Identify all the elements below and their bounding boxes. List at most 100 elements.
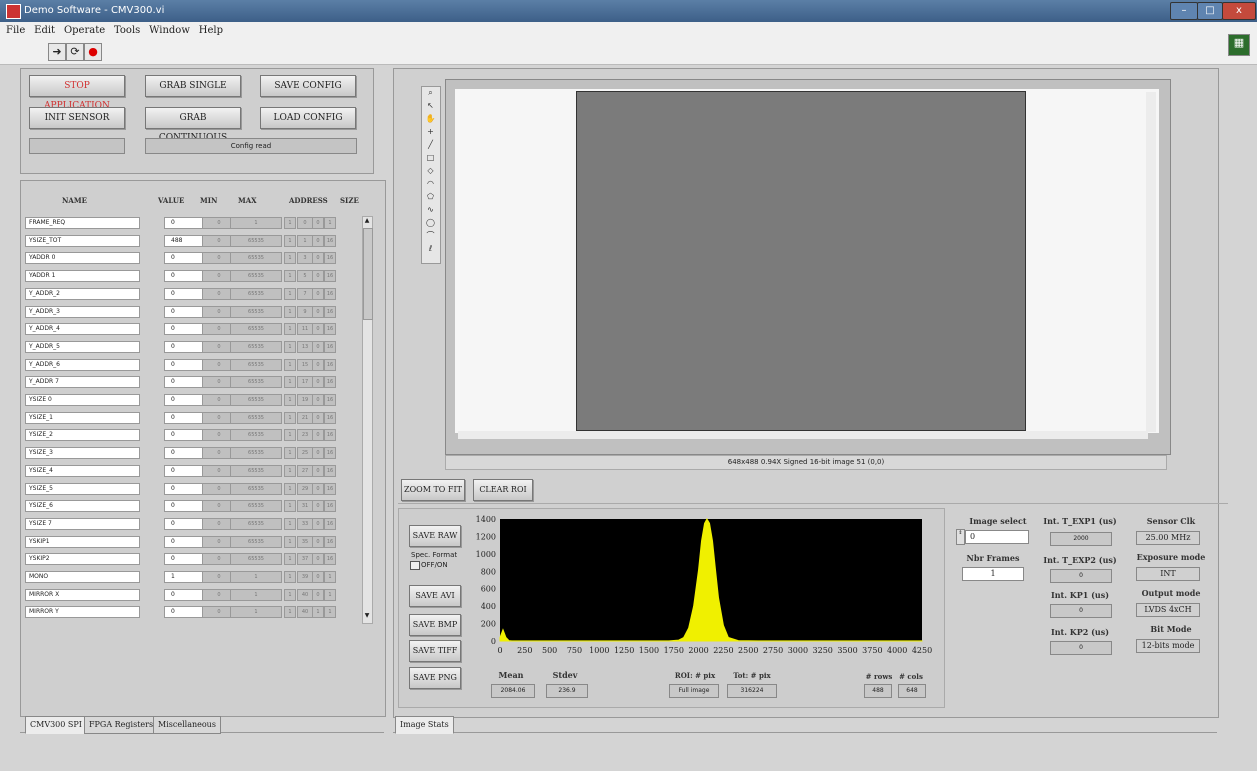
polyline-icon[interactable]: ⌒ bbox=[425, 231, 436, 241]
register-name: YSIZE_6 bbox=[25, 500, 140, 513]
register-name: YSIZE 0 bbox=[25, 394, 140, 406]
register-address-cell: 17 bbox=[297, 376, 313, 389]
sensor-clk-value[interactable]: 25.00 MHz bbox=[1136, 531, 1200, 545]
int-texp2-value[interactable]: 0 bbox=[1050, 569, 1112, 583]
save-tiff-button[interactable]: SAVE TIFF bbox=[409, 640, 461, 662]
menu-help[interactable]: Help bbox=[199, 25, 223, 36]
register-name: YSIZE_3 bbox=[25, 447, 140, 460]
stop-application-button[interactable]: STOP APPLICATION bbox=[29, 75, 125, 111]
scroll-up-icon[interactable]: ▲ bbox=[363, 217, 371, 225]
register-address-cell: 1 bbox=[284, 411, 296, 424]
tab-miscellaneous[interactable]: Miscellaneous bbox=[153, 716, 221, 734]
register-address-cell: 16 bbox=[324, 270, 336, 283]
rows-label: # rows bbox=[865, 672, 893, 681]
sensor-image[interactable] bbox=[576, 91, 1026, 431]
output-mode-value[interactable]: LVDS 4xCH bbox=[1136, 603, 1200, 617]
image-hscroll[interactable] bbox=[458, 431, 1148, 439]
nbr-frames-input[interactable]: 1 bbox=[962, 567, 1024, 581]
run-continuous-icon[interactable]: ⟳ bbox=[66, 43, 84, 61]
int-kp2-value[interactable]: 0 bbox=[1050, 641, 1112, 655]
cols-label: # cols bbox=[899, 672, 923, 681]
register-name: YADDR 0 bbox=[25, 252, 140, 265]
zoom-icon[interactable]: ⌕ bbox=[425, 88, 436, 98]
register-address-cell: 1 bbox=[324, 606, 336, 619]
register-max: 65535 bbox=[230, 340, 282, 353]
int-kp2-label: Int. KP2 (us) bbox=[1050, 627, 1110, 637]
register-max: 65535 bbox=[230, 305, 282, 318]
register-max: 65535 bbox=[230, 429, 282, 442]
x-tick-label: 2250 bbox=[713, 646, 733, 655]
menu-edit[interactable]: Edit bbox=[34, 25, 55, 36]
register-address-cell: 1 bbox=[284, 571, 296, 583]
scroll-down-icon[interactable]: ▼ bbox=[363, 612, 371, 620]
tab-fpga-registers[interactable]: FPGA Registers bbox=[84, 716, 159, 734]
register-max: 65535 bbox=[230, 500, 282, 513]
menu-file[interactable]: File bbox=[6, 25, 25, 36]
register-address-cell: 0 bbox=[312, 482, 324, 495]
run-arrow-icon[interactable]: ➜ bbox=[48, 43, 66, 61]
annulus-icon[interactable]: ◠ bbox=[425, 179, 436, 189]
ellipse-icon[interactable]: ◯ bbox=[425, 218, 436, 228]
menu-operate[interactable]: Operate bbox=[64, 25, 105, 36]
register-name: Y_ADDR_5 bbox=[25, 340, 140, 353]
line-roi-icon[interactable]: ╱ bbox=[425, 140, 436, 150]
freehand-icon[interactable]: ∿ bbox=[425, 205, 436, 215]
register-max: 65535 bbox=[230, 376, 282, 389]
y-tick-label: 1200 bbox=[476, 532, 496, 541]
init-sensor-button[interactable]: INIT SENSOR bbox=[29, 107, 125, 129]
register-address-cell: 1 bbox=[284, 394, 296, 406]
register-address-cell: 0 bbox=[312, 234, 324, 247]
histogram-chart: 14001200100080060040020000 250 500 750 1000 1… bbox=[476, 515, 933, 655]
register-address-cell: 16 bbox=[324, 464, 336, 477]
menu-window[interactable]: Window bbox=[149, 25, 190, 36]
close-button[interactable]: x bbox=[1222, 2, 1256, 20]
toolbar: ➜ ⟳ ● ▦ bbox=[0, 34, 1257, 65]
freeline-icon[interactable]: ℓ bbox=[425, 244, 436, 254]
y-tick-label: 200 bbox=[481, 620, 496, 629]
spec-format-toggle[interactable] bbox=[410, 561, 420, 570]
image-vscroll[interactable] bbox=[1146, 92, 1156, 432]
int-texp2-label: Int. T_EXP2 (us) bbox=[1043, 555, 1117, 565]
x-tick-label: 3000 bbox=[788, 646, 808, 655]
bit-mode-value[interactable]: 12-bits mode bbox=[1136, 639, 1200, 653]
clear-roi-button[interactable]: CLEAR ROI bbox=[473, 479, 533, 501]
save-raw-button[interactable]: SAVE RAW bbox=[409, 525, 461, 547]
rotated-rect-icon[interactable]: ◇ bbox=[425, 166, 436, 176]
zoom-to-fit-button[interactable]: ZOOM TO FIT bbox=[401, 479, 465, 501]
image-select-stepper[interactable]: ⇕ bbox=[956, 529, 965, 545]
point-roi-icon[interactable]: + bbox=[425, 127, 436, 137]
save-config-button[interactable]: SAVE CONFIG bbox=[260, 75, 356, 97]
tab-cmv300-spi[interactable]: CMV300 SPI bbox=[25, 716, 87, 734]
pointer-icon[interactable]: ↖ bbox=[425, 101, 436, 111]
load-config-button[interactable]: LOAD CONFIG bbox=[260, 107, 356, 129]
grab-single-button[interactable]: GRAB SINGLE bbox=[145, 75, 241, 97]
minimize-button[interactable]: – bbox=[1170, 2, 1198, 20]
register-address-cell: 16 bbox=[324, 553, 336, 566]
menu-tools[interactable]: Tools bbox=[114, 25, 140, 36]
image-select-input[interactable]: 0 bbox=[965, 530, 1029, 544]
register-address-cell: 0 bbox=[312, 571, 324, 583]
save-avi-button[interactable]: SAVE AVI bbox=[409, 585, 461, 607]
abort-icon[interactable]: ● bbox=[84, 43, 102, 61]
tot-value: 316224 bbox=[727, 684, 777, 698]
polygon-icon[interactable]: ⬠ bbox=[425, 192, 436, 202]
register-address-cell: 16 bbox=[324, 252, 336, 265]
register-address-cell: 1 bbox=[284, 482, 296, 495]
int-kp1-value[interactable]: 0 bbox=[1050, 604, 1112, 618]
bit-mode-label: Bit Mode bbox=[1150, 624, 1192, 634]
grab-continuous-button[interactable]: GRAB CONTINUOUS bbox=[145, 107, 241, 143]
rectangle-roi-icon[interactable]: □ bbox=[425, 153, 436, 163]
save-png-button[interactable]: SAVE PNG bbox=[409, 667, 461, 689]
tab-image-stats[interactable]: Image Stats bbox=[395, 716, 454, 734]
register-address-cell: 23 bbox=[297, 429, 313, 442]
menu-bar: File Edit Operate Tools Window Help bbox=[0, 22, 1257, 40]
maximize-button[interactable]: □ bbox=[1197, 2, 1223, 20]
int-texp1-value[interactable]: 2000 bbox=[1050, 532, 1112, 546]
exposure-mode-value[interactable]: INT bbox=[1136, 567, 1200, 581]
save-bmp-button[interactable]: SAVE BMP bbox=[409, 614, 461, 636]
register-address-cell: 1 bbox=[284, 500, 296, 513]
register-scrollbar-thumb[interactable] bbox=[363, 228, 373, 320]
register-address-cell: 1 bbox=[324, 588, 336, 601]
header-name: NAME bbox=[62, 196, 87, 205]
pan-hand-icon[interactable]: ✋ bbox=[425, 114, 436, 124]
